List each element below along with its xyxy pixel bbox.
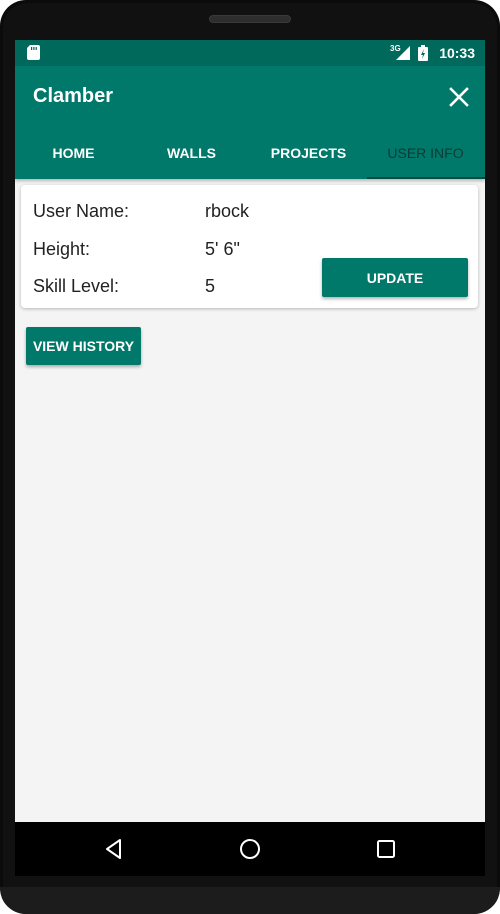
home-icon[interactable]: [236, 835, 264, 863]
back-icon[interactable]: [100, 835, 128, 863]
app-bar: Clamber: [15, 66, 485, 128]
height-value: 5' 6": [205, 239, 240, 259]
battery-icon: [418, 45, 428, 61]
user-name-value: rbock: [205, 201, 250, 221]
close-icon[interactable]: [445, 83, 473, 111]
tab-walls[interactable]: WALLS: [133, 128, 250, 179]
height-label: Height:: [33, 239, 91, 259]
device-bottom-edge: [0, 887, 500, 914]
active-tab-indicator: [367, 177, 485, 179]
app-title: Clamber: [33, 85, 114, 107]
skill-level-value: 5: [205, 276, 216, 296]
tab-user-info[interactable]: USER INFO: [367, 128, 484, 179]
view-history-button[interactable]: VIEW HISTORY: [26, 327, 141, 365]
sd-card-icon: [27, 45, 40, 60]
user-info-card: User Name: rbock Height: 5' 6" Skill Lev…: [21, 185, 478, 308]
tab-bar: HOME WALLS PROJECTS USER INFO: [15, 128, 485, 179]
device-frame: 3G 10:33 Clamber HOME WALLS PROJECTS USE…: [0, 0, 500, 914]
user-name-label: User Name:: [33, 201, 130, 221]
tab-home[interactable]: HOME: [15, 128, 132, 179]
earpiece-speaker: [209, 15, 291, 23]
screen: 3G 10:33 Clamber HOME WALLS PROJECTS USE…: [15, 40, 485, 822]
status-clock: 10:33: [439, 45, 475, 61]
tab-projects[interactable]: PROJECTS: [250, 128, 367, 179]
update-button[interactable]: UPDATE: [322, 258, 468, 297]
system-nav-bar: [15, 822, 485, 876]
skill-level-label: Skill Level:: [33, 276, 120, 296]
recents-icon[interactable]: [372, 835, 400, 863]
signal-icon: [396, 46, 410, 60]
status-bar: 3G 10:33: [15, 40, 485, 66]
